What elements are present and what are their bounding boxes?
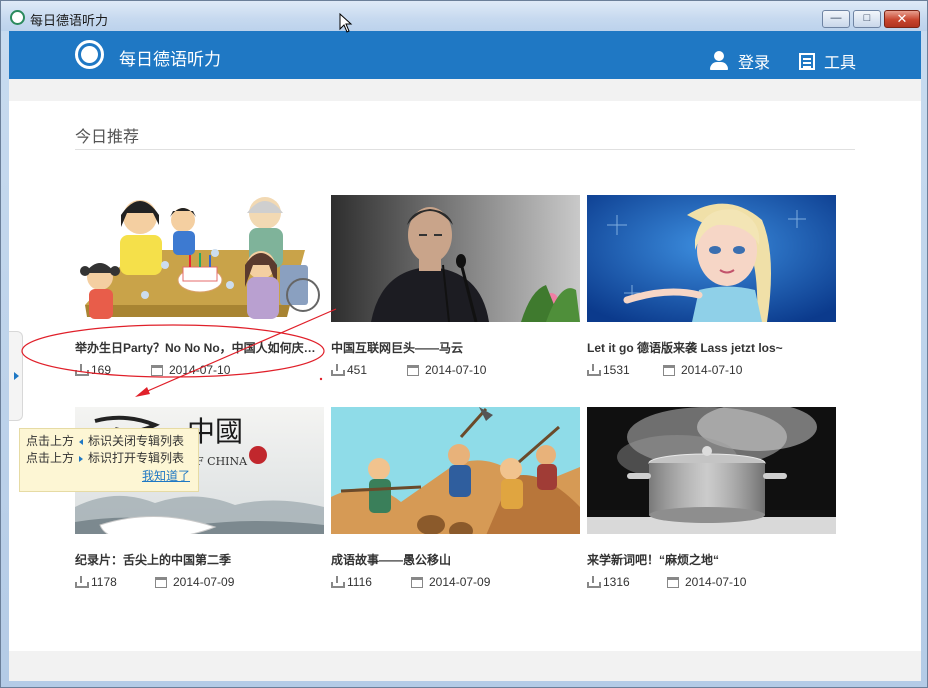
app-header: 每日德语听力 登录 工具 (9, 31, 921, 79)
dismiss-tip-link[interactable]: 我知道了 (142, 468, 190, 485)
album-card[interactable]: 成语故事——愚公移山 1116 2014-07-09 (331, 407, 580, 590)
guide-tooltip: 点击上方 标识关闭专辑列表 点击上方 标识打开专辑列表 我知道了 (19, 428, 199, 492)
mouse-cursor-icon (339, 13, 353, 33)
download-icon (75, 576, 89, 588)
album-title[interactable]: 纪录片：舌尖上的中国第二季 (75, 551, 324, 567)
app-icon (10, 10, 25, 25)
download-count: 1316 (603, 575, 630, 589)
tools-label: 工具 (824, 55, 857, 72)
download-icon (75, 364, 89, 376)
album-meta: 1316 2014-07-10 (587, 574, 836, 590)
album-thumbnail[interactable] (587, 195, 836, 322)
window-title: 每日德语听力 (30, 13, 109, 28)
album-date: 2014-07-09 (173, 575, 235, 589)
album-date: 2014-07-10 (169, 363, 231, 377)
content-top-strip (9, 79, 921, 101)
expand-arrow-icon (14, 372, 19, 380)
download-icon (587, 576, 601, 588)
calendar-icon (667, 576, 679, 588)
maximize-button[interactable]: □ (853, 10, 881, 28)
login-label: 登录 (738, 55, 771, 72)
album-title[interactable]: 举办生日Party？No No No，中国人如何庆… (75, 339, 324, 355)
album-meta: 451 2014-07-10 (331, 362, 580, 378)
calendar-icon (407, 364, 419, 376)
album-date: 2014-07-10 (681, 363, 743, 377)
main-content[interactable]: 今日推荐 举办生日Party？No No No，中国人如何庆… 169 2014… (9, 101, 921, 651)
tools-icon (799, 52, 815, 70)
close-button[interactable]: ✕ (884, 10, 920, 28)
album-meta: 1178 2014-07-09 (75, 574, 324, 590)
calendar-icon (411, 576, 423, 588)
download-count: 1531 (603, 363, 630, 377)
minimize-button[interactable]: — (822, 10, 850, 28)
album-card[interactable]: 来学新词吧！“麻烦之地“ 1316 2014-07-10 (587, 407, 836, 590)
album-meta: 169 2014-07-10 (75, 362, 324, 378)
album-meta: 1531 2014-07-10 (587, 362, 836, 378)
tooltip-text: 标识关闭专辑列表 (88, 434, 185, 448)
download-icon (587, 364, 601, 376)
tooltip-text: 点击上方 (26, 451, 75, 465)
album-thumbnail[interactable] (331, 407, 580, 534)
tooltip-line-open: 点击上方 标识打开专辑列表 (26, 450, 198, 467)
download-icon (331, 364, 345, 376)
album-card[interactable]: 举办生日Party？No No No，中国人如何庆… 169 2014-07-1… (75, 195, 324, 378)
tooltip-text: 标识打开专辑列表 (88, 451, 185, 465)
download-count: 1178 (91, 575, 117, 589)
tooltip-line-close: 点击上方 标识关闭专辑列表 (26, 433, 198, 450)
calendar-icon (151, 364, 163, 376)
tools-button[interactable]: 工具 (799, 49, 856, 73)
download-count: 1116 (347, 575, 372, 589)
app-window: 每日德语听力 — □ ✕ 每日德语听力 登录 工具 今日推荐 举办生日Party… (0, 0, 928, 688)
login-button[interactable]: 登录 (709, 49, 770, 73)
album-thumbnail[interactable] (587, 407, 836, 534)
calendar-icon (663, 364, 675, 376)
download-icon (331, 576, 345, 588)
user-icon (709, 51, 729, 71)
album-card[interactable]: 中国互联网巨头——马云 451 2014-07-10 (331, 195, 580, 378)
album-card[interactable]: Let it go 德语版来袭 Lass jetzt los~ 1531 201… (587, 195, 836, 378)
content-bottom-strip (9, 651, 921, 681)
logo-icon (75, 40, 104, 69)
album-thumbnail[interactable] (331, 195, 580, 322)
download-count: 169 (91, 363, 112, 377)
album-meta: 1116 2014-07-09 (331, 574, 580, 590)
download-count: 451 (347, 363, 368, 377)
app-name: 每日德语听力 (119, 50, 221, 69)
section-divider (75, 149, 855, 150)
tooltip-text: 点击上方 (26, 434, 75, 448)
album-list-toggle[interactable] (9, 331, 23, 421)
expand-arrow-icon (79, 455, 84, 462)
album-date: 2014-07-10 (685, 575, 747, 589)
collapse-arrow-icon (79, 438, 84, 445)
album-title[interactable]: 成语故事——愚公移山 (331, 551, 580, 567)
album-date: 2014-07-09 (429, 575, 491, 589)
album-title[interactable]: 来学新词吧！“麻烦之地“ (587, 551, 836, 567)
album-thumbnail[interactable] (75, 195, 324, 322)
calendar-icon (155, 576, 167, 588)
album-title[interactable]: Let it go 德语版来袭 Lass jetzt los~ (587, 339, 836, 355)
section-title: 今日推荐 (75, 129, 140, 146)
album-title[interactable]: 中国互联网巨头——马云 (331, 339, 580, 355)
album-date: 2014-07-10 (425, 363, 487, 377)
title-bar[interactable]: 每日德语听力 — □ ✕ (1, 1, 927, 31)
